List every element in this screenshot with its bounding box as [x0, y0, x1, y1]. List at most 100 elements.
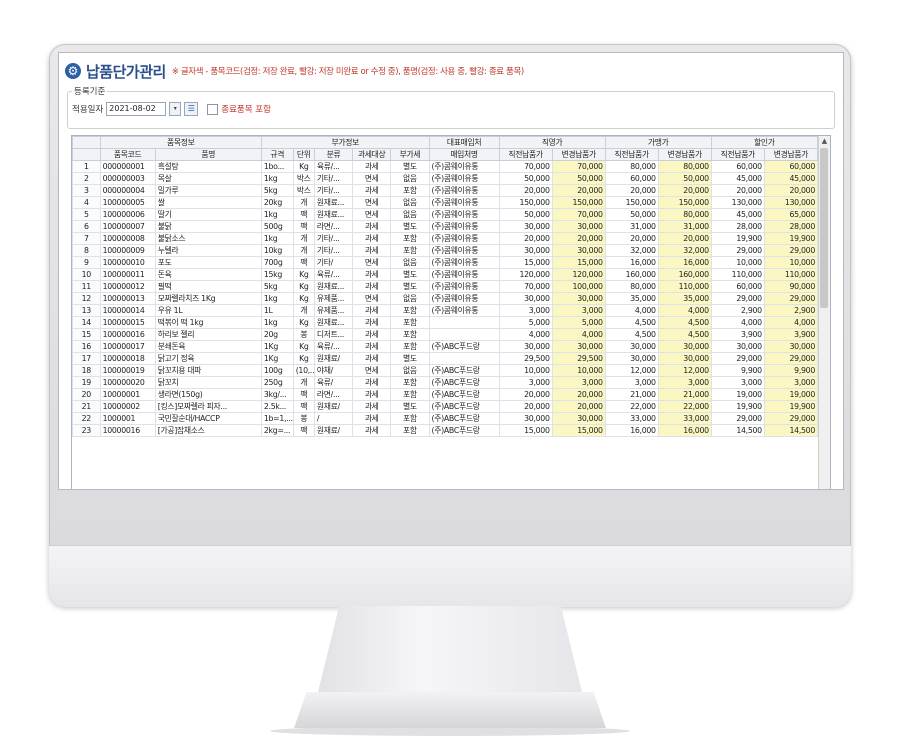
table-cell[interactable]: 별도 [390, 268, 430, 281]
table-cell[interactable]: 30,000 [551, 340, 606, 353]
table-cell[interactable]: 과세 [352, 424, 392, 437]
table-cell[interactable]: 개 [292, 232, 315, 245]
table-cell[interactable]: 별도 [390, 160, 430, 173]
table-cell[interactable]: 2.5k... [260, 400, 294, 413]
table-cell[interactable]: 700g [260, 256, 294, 269]
column-header[interactable]: 매입처명 [428, 148, 500, 161]
table-cell[interactable]: 딸기 [154, 208, 262, 221]
table-cell[interactable]: 유제품... [313, 304, 354, 317]
table-cell[interactable]: 4,500 [657, 328, 712, 341]
table-cell[interactable]: 면세 [352, 172, 392, 185]
table-cell[interactable]: 50,000 [604, 208, 659, 221]
table-cell[interactable]: 33,000 [657, 412, 712, 425]
table-cell[interactable]: 과세 [352, 376, 392, 389]
table-cell[interactable]: 4,000 [657, 304, 712, 317]
table-row[interactable]: 19 100000020 닭꼬치 250g 개 육류/과세 포함 (주)ABC푸드랑 3,000… [72, 376, 819, 389]
table-cell[interactable]: 포함 [390, 412, 430, 425]
table-cell[interactable]: 29,000 [763, 412, 819, 425]
table-cell[interactable]: (주)콤웨이유통 [428, 196, 500, 209]
table-cell[interactable]: 20,000 [604, 232, 659, 245]
table-cell[interactable]: 30,000 [498, 244, 553, 257]
table-cell[interactable]: 디저트... [313, 328, 354, 341]
table-row[interactable]: 10 100000011 돈육 15kg Kg 육류/... 과세 별도 (주)콤웨이유통 120… [72, 268, 819, 281]
table-cell[interactable]: 5,000 [551, 316, 606, 329]
table-cell[interactable]: (주)ABC푸드랑 [428, 412, 500, 425]
table-cell[interactable]: 라면/... [313, 220, 354, 233]
table-cell[interactable]: 2kg=... [260, 424, 294, 437]
table-cell[interactable]: 20,000 [498, 184, 553, 197]
table-cell[interactable]: 30,000 [551, 292, 606, 305]
table-cell[interactable]: 과세 [352, 160, 392, 173]
table-cell[interactable]: 15,000 [551, 256, 606, 269]
table-cell[interactable]: 130,000 [710, 196, 765, 209]
column-header[interactable]: 과세대상 [352, 148, 392, 161]
table-cell[interactable]: 10000002 [99, 400, 156, 413]
table-cell[interactable]: 불닭소스 [154, 232, 262, 245]
table-cell[interactable]: 야채/ [313, 364, 354, 377]
table-cell[interactable]: 포함 [390, 388, 430, 401]
table-cell[interactable]: 포함 [390, 340, 430, 353]
table-cell[interactable]: 과세 [352, 280, 392, 293]
table-cell[interactable]: 육류/... [313, 160, 354, 173]
table-cell[interactable]: [킹스]모짜렐라 피자... [154, 400, 262, 413]
table-cell[interactable]: (주)콤웨이유통 [428, 244, 500, 257]
table-cell[interactable]: 과세 [352, 316, 392, 329]
table-row[interactable]: 13 100000014 우유 1L 1L 개 유제품... 과세 포함 (주)콤웨이유통 3,0… [72, 304, 819, 317]
table-cell[interactable]: 29,000 [763, 244, 819, 257]
table-cell[interactable]: 3,000 [498, 376, 553, 389]
column-header[interactable]: 직전납품가 [604, 148, 659, 161]
table-cell[interactable]: 70,000 [551, 160, 606, 173]
table-cell[interactable]: 30,000 [710, 340, 765, 353]
table-cell[interactable]: 1kg [260, 232, 294, 245]
table-cell[interactable]: 3,000 [657, 376, 712, 389]
table-cell[interactable]: 9,900 [710, 364, 765, 377]
table-cell[interactable]: 19,000 [710, 388, 765, 401]
table-cell[interactable]: 4,500 [604, 316, 659, 329]
table-cell[interactable]: 15,000 [498, 424, 553, 437]
table-cell[interactable]: 2,900 [710, 304, 765, 317]
table-cell[interactable]: 없음 [390, 196, 430, 209]
column-header[interactable]: 분류 [313, 148, 354, 161]
table-row[interactable]: 22 1000001 국민잘순대/HACCP 1b=1,... 봉 / 과세 포함 (주)ABC… [72, 412, 819, 425]
table-cell[interactable]: 과세 [352, 400, 392, 413]
table-cell[interactable]: (주)콤웨이유통 [428, 160, 500, 173]
table-cell[interactable]: 과세 [352, 244, 392, 257]
table-row[interactable]: 21 10000002 [킹스]모짜렐라 피자... 2.5k... 팩 원재료/과세 별도… [72, 400, 819, 413]
table-cell[interactable]: 80,000 [657, 208, 712, 221]
scrollbar-thumb[interactable] [820, 148, 828, 308]
table-cell[interactable]: 우유 1L [154, 304, 262, 317]
table-cell[interactable]: 포함 [390, 376, 430, 389]
table-row[interactable]: 8 100000009 누텔라 10kg 개 기타/... 과세 포함 (주)콤웨이유통 30,0… [72, 244, 819, 257]
table-cell[interactable]: 31,000 [657, 220, 712, 233]
table-cell[interactable]: 120,000 [498, 268, 553, 281]
table-cell[interactable]: 100000015 [99, 316, 156, 329]
vertical-scrollbar[interactable]: ▲ [818, 136, 830, 489]
table-cell[interactable]: 32,000 [657, 244, 712, 257]
table-cell[interactable]: 별도 [390, 400, 430, 413]
table-cell[interactable]: 28,000 [710, 220, 765, 233]
table-cell[interactable]: 100000019 [99, 364, 156, 377]
table-cell[interactable]: 20,000 [498, 388, 553, 401]
table-cell[interactable]: 4,500 [604, 328, 659, 341]
table-cell[interactable]: 원재료/ [313, 424, 354, 437]
table-cell[interactable]: 3,000 [710, 376, 765, 389]
table-cell[interactable]: 닭꼬치 [154, 376, 262, 389]
table-cell[interactable]: 50,000 [657, 172, 712, 185]
table-cell[interactable]: 쌀 [154, 196, 262, 209]
table-cell[interactable]: 20g [260, 328, 294, 341]
table-cell[interactable]: 과세 [352, 388, 392, 401]
table-cell[interactable]: (주)콤웨이유통 [428, 184, 500, 197]
column-header[interactable]: 품목코드 [99, 148, 156, 161]
table-cell[interactable]: 면세 [352, 364, 392, 377]
table-cell[interactable]: 100g [260, 364, 294, 377]
table-cell[interactable]: (주)ABC푸드랑 [428, 376, 500, 389]
table-cell[interactable]: 봉 [292, 412, 315, 425]
table-row[interactable]: 18 100000019 닭꼬치용 대파 100g (10,... 야채/면세 없음 (주)A… [72, 364, 819, 377]
table-cell[interactable]: 30,000 [551, 244, 606, 257]
table-cell[interactable]: 110,000 [657, 280, 712, 293]
table-cell[interactable]: 4,000 [710, 316, 765, 329]
table-cell[interactable]: 45,000 [710, 172, 765, 185]
table-cell[interactable]: 하리보 젤리 [154, 328, 262, 341]
column-header[interactable]: 직전납품가 [498, 148, 553, 161]
table-cell[interactable]: (주)콤웨이유통 [428, 280, 500, 293]
